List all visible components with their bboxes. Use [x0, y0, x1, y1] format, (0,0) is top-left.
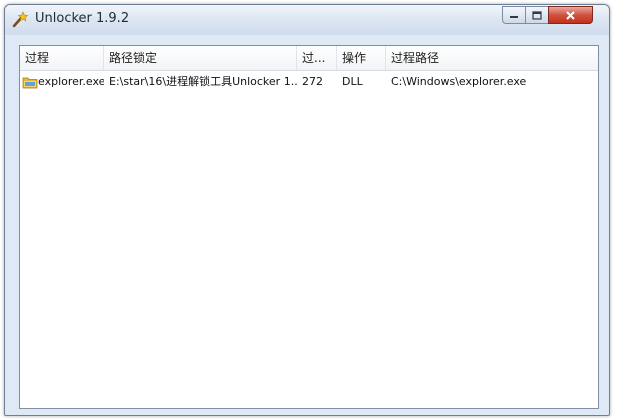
- column-header-pid[interactable]: 过...: [297, 46, 337, 70]
- pid-cell: 272: [302, 75, 323, 88]
- minimize-icon: [510, 16, 518, 18]
- table-row[interactable]: explorer.exe E:\star\16\进程解锁工具Unlocker 1…: [20, 71, 598, 93]
- close-icon: [566, 10, 575, 20]
- process-cell: explorer.exe: [20, 71, 104, 93]
- wand-icon: [12, 11, 29, 28]
- title-bar[interactable]: Unlocker 1.9.2: [5, 5, 609, 35]
- process-list[interactable]: 过程 路径锁定 过... 操作 过程路径 explorer.exe E:\sta…: [19, 45, 599, 409]
- column-header-locked-path[interactable]: 路径锁定: [104, 46, 297, 70]
- window-title: Unlocker 1.9.2: [35, 11, 130, 26]
- maximize-icon: [532, 10, 542, 20]
- process-path-cell: C:\Windows\explorer.exe: [391, 75, 527, 88]
- list-header: 过程 路径锁定 过... 操作 过程路径: [20, 46, 598, 71]
- column-header-process-path[interactable]: 过程路径: [386, 46, 598, 70]
- process-name: explorer.exe: [38, 75, 104, 88]
- minimize-button[interactable]: [502, 6, 526, 24]
- maximize-button[interactable]: [525, 6, 549, 24]
- locked-path-cell: E:\star\16\进程解锁工具Unlocker 1...: [109, 75, 297, 88]
- column-header-process[interactable]: 过程: [20, 46, 104, 70]
- column-header-action[interactable]: 操作: [337, 46, 386, 70]
- unlocker-window: Unlocker 1.9.2 过程 路径锁定 过... 操作 过程路径 expl…: [4, 4, 610, 416]
- close-button[interactable]: [548, 6, 593, 24]
- type-cell: DLL: [342, 75, 363, 88]
- folder-icon: [22, 77, 38, 89]
